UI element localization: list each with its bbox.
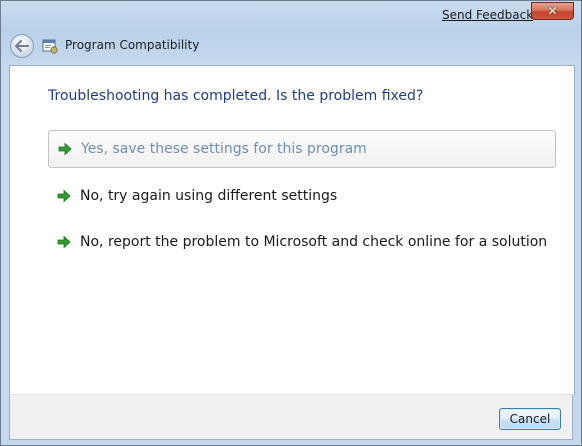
close-icon: ✕ (547, 4, 558, 18)
green-arrow-icon (58, 142, 72, 156)
footer-bar: Cancel (9, 394, 573, 440)
option-label: No, report the problem to Microsoft and … (80, 234, 548, 250)
window-title: Program Compatibility (65, 38, 200, 52)
green-arrow-icon (57, 189, 71, 203)
close-button[interactable]: ✕ (531, 2, 574, 20)
cancel-button[interactable]: Cancel (499, 408, 561, 430)
green-arrow-icon (57, 235, 71, 249)
option-label: No, try again using different settings (80, 188, 338, 204)
option-yes-save-settings[interactable]: Yes, save these settings for this progra… (48, 130, 556, 168)
option-try-again[interactable]: No, try again using different settings (48, 177, 556, 215)
content-panel: Troubleshooting has completed. Is the pr… (9, 65, 575, 395)
page-heading: Troubleshooting has completed. Is the pr… (48, 88, 424, 104)
dialog-window: Send Feedback ✕ Program Compatibility Tr… (0, 0, 582, 446)
option-label: Yes, save these settings for this progra… (81, 141, 367, 157)
option-report-problem[interactable]: No, report the problem to Microsoft and … (48, 223, 556, 261)
back-arrow-icon (15, 40, 29, 52)
program-compatibility-icon (42, 39, 58, 54)
back-button[interactable] (10, 34, 34, 58)
send-feedback-link[interactable]: Send Feedback (442, 8, 533, 22)
